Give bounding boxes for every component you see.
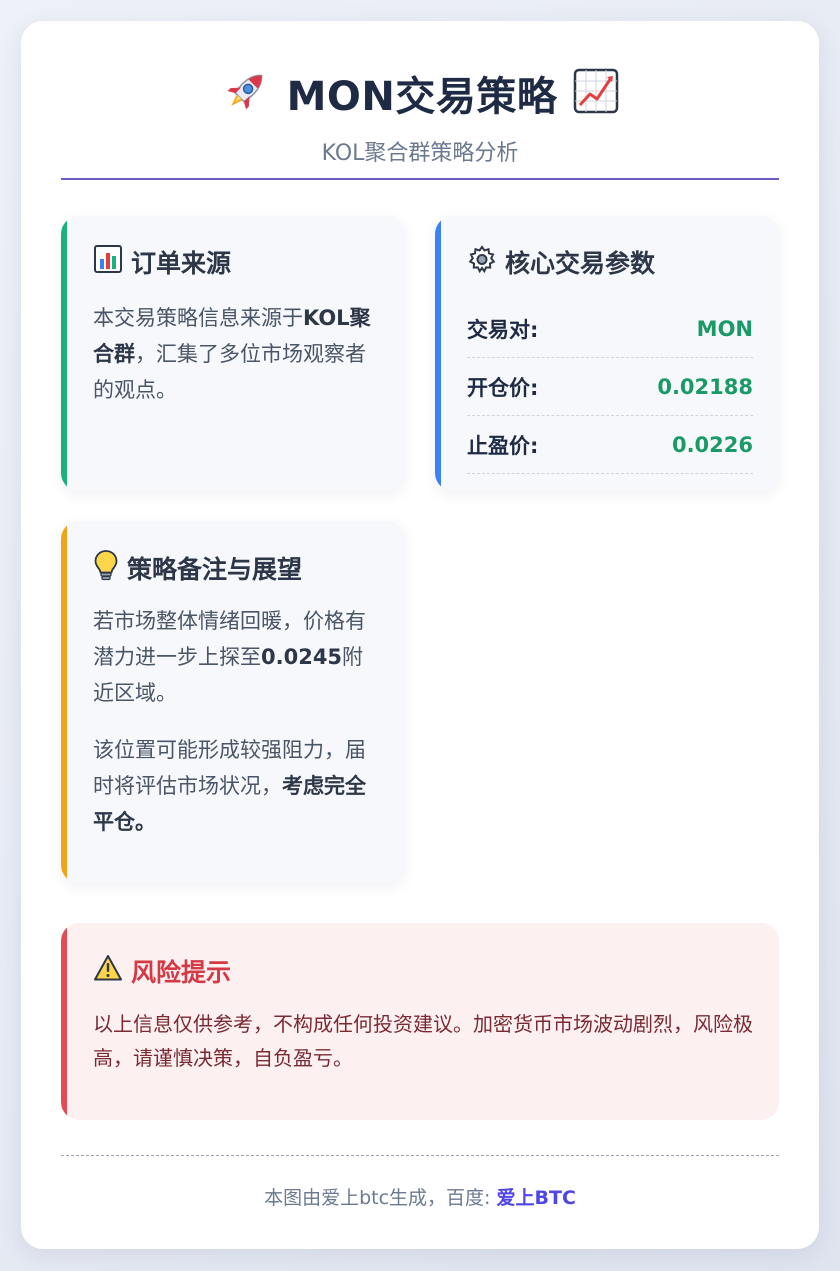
warning-icon <box>93 954 123 988</box>
risk-warning-panel: 风险提示 以上信息仅供参考，不构成任何投资建议。加密货币市场波动剧烈，风险极高，… <box>61 923 779 1120</box>
risk-warning-heading: 风险提示 <box>93 953 231 989</box>
param-row-entry-price: 开仓价: 0.02188 <box>467 358 753 416</box>
param-label: 止盈价: <box>467 433 539 458</box>
order-source-text: 本交易策略信息来源于KOL聚合群，汇集了多位市场观察者的观点。 <box>93 300 379 408</box>
core-params-panel: 核心交易参数 交易对: MON 开仓价: 0.02188 止盈价: 0.0226 <box>435 216 779 491</box>
header-divider <box>61 178 779 180</box>
chart-increasing-icon <box>573 68 619 118</box>
rocket-icon <box>221 66 271 120</box>
notes-para1-bold: 0.0245 <box>261 645 343 669</box>
strategy-notes-paragraph-1: 若市场整体情绪回暖，价格有潜力进一步上探至0.0245附近区域。 <box>93 603 379 711</box>
footer-divider <box>61 1155 779 1156</box>
strategy-card: MON交易策略 KOL聚合群策略分析 订单来源 本交易策略信息来源于KOL聚合群… <box>21 21 819 1249</box>
core-params-title: 核心交易参数 <box>505 249 656 278</box>
param-label: 开仓价: <box>467 375 539 400</box>
page-subtitle: KOL聚合群策略分析 <box>321 141 519 166</box>
param-value: 0.02188 <box>657 374 753 399</box>
lightbulb-icon <box>93 549 119 587</box>
param-row-pair: 交易对: MON <box>467 300 753 358</box>
risk-warning-text: 以上信息仅供参考，不构成任何投资建议。加密货币市场波动剧烈，风险极高，请谨慎决策… <box>93 1012 753 1070</box>
gear-icon <box>467 244 497 280</box>
footer-text: 本图由爱上btc生成，百度: <box>264 1187 497 1209</box>
strategy-notes-title: 策略备注与展望 <box>127 555 303 584</box>
bar-chart-icon <box>93 244 123 280</box>
footer-brand-link[interactable]: 爱上BTC <box>497 1187 576 1209</box>
header: MON交易策略 KOL聚合群策略分析 <box>61 65 779 167</box>
footer: 本图由爱上btc生成，百度: 爱上BTC <box>61 1183 779 1210</box>
order-source-panel: 订单来源 本交易策略信息来源于KOL聚合群，汇集了多位市场观察者的观点。 <box>61 216 405 491</box>
param-row-take-profit: 止盈价: 0.0226 <box>467 416 753 474</box>
risk-warning-title: 风险提示 <box>131 958 232 987</box>
core-params-heading: 核心交易参数 <box>467 244 655 280</box>
title-row: MON交易策略 <box>61 65 779 121</box>
param-label: 交易对: <box>467 317 539 342</box>
order-source-heading: 订单来源 <box>93 244 231 280</box>
strategy-notes-panel: 策略备注与展望 若市场整体情绪回暖，价格有潜力进一步上探至0.0245附近区域。… <box>61 521 405 883</box>
param-value: MON <box>696 316 753 341</box>
order-source-text-prefix: 本交易策略信息来源于 <box>93 306 303 330</box>
page-title: MON交易策略 <box>286 74 558 120</box>
order-source-title: 订单来源 <box>131 249 232 278</box>
strategy-notes-heading: 策略备注与展望 <box>93 549 302 587</box>
param-value: 0.0226 <box>671 432 753 457</box>
strategy-notes-paragraph-2: 该位置可能形成较强阻力，届时将评估市场状况，考虑完全平仓。 <box>93 732 379 840</box>
